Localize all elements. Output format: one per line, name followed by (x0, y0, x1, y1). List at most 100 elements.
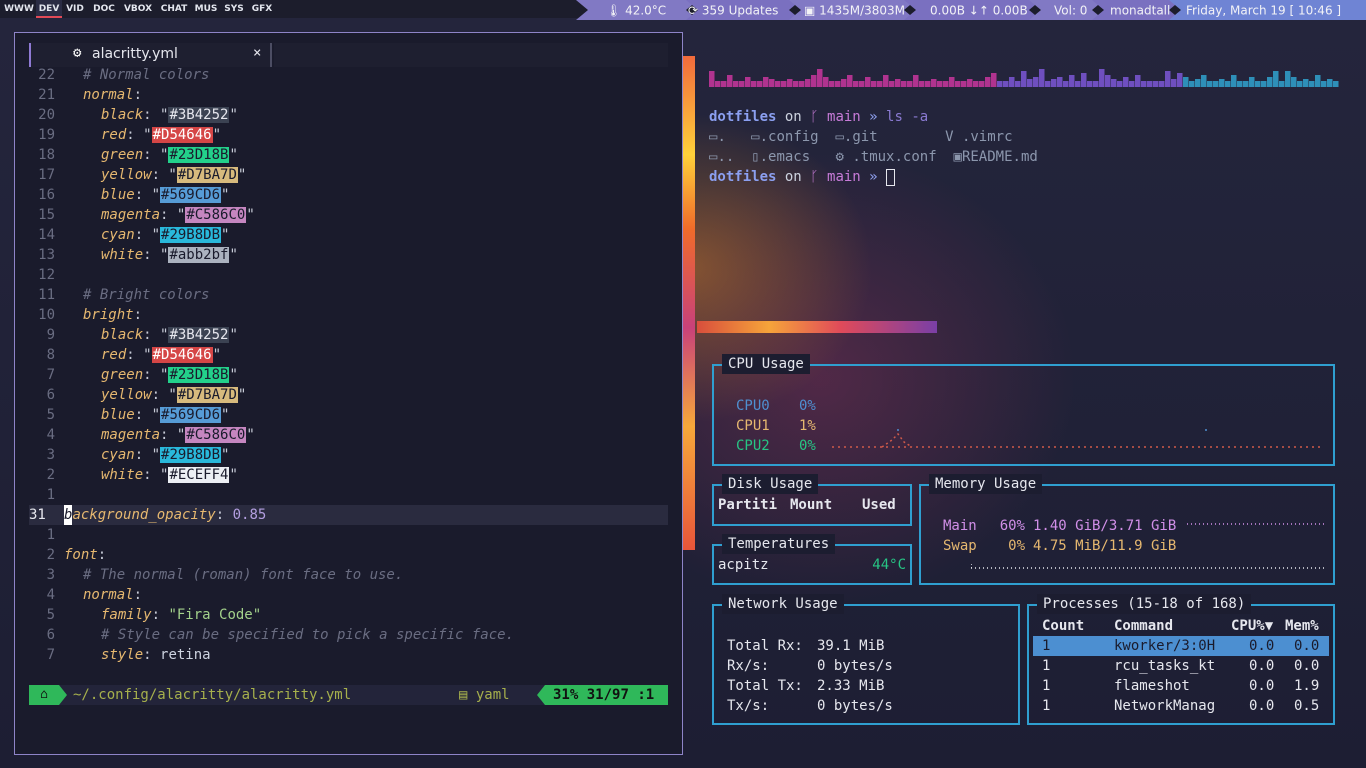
status-percent: 31% (553, 687, 579, 703)
prompt-dir: dotfiles (709, 109, 777, 125)
color-line-blue: blue: "#569CD6" (101, 187, 230, 203)
visualizer-bar (1309, 81, 1315, 87)
editor-window[interactable]: ⚙ alacritty.yml × 22 21 20 19 18 17 16 15 14 13 12… (14, 32, 683, 755)
line-number: 5 (46, 407, 55, 423)
line-number: 6 (46, 627, 55, 643)
cpu-usage-panel: CPU Usage CPU0 0% CPU1 1% CPU2 0% (712, 354, 1335, 466)
workspace-www[interactable]: WWW (2, 0, 36, 18)
visualizer-bar (1063, 81, 1069, 87)
memory-label: Main (943, 518, 977, 534)
volume-value: Vol: 0 (1054, 3, 1088, 18)
visualizer-bar (1315, 75, 1321, 87)
visualizer-bar (1003, 81, 1009, 87)
terminal-window[interactable]: dotfiles on ᚴ main » ls -a ▭. ▭.config ▭… (697, 32, 1366, 322)
visualizer-bar (1105, 75, 1111, 87)
process-cmd: kworker/3:0H (1114, 638, 1216, 654)
prompt-branch: main (827, 169, 861, 185)
process-header[interactable]: Command (1114, 616, 1173, 636)
color-line-black: black: "#3B4252" (101, 107, 238, 123)
visualizer-bar (1009, 77, 1015, 87)
color-value: #3B4252 (168, 327, 230, 343)
workspace-doc[interactable]: DOC (88, 0, 120, 18)
tab-label: alacritty.yml (92, 46, 178, 62)
visualizer-bar (985, 77, 991, 87)
visualizer-bar (1297, 81, 1303, 87)
opacity-line: background_opacity: 0.85 (64, 505, 267, 525)
color-value: #C586C0 (185, 427, 247, 443)
visualizer-bar (769, 79, 775, 87)
tab-alacritty-yml[interactable]: ⚙ alacritty.yml × (29, 43, 272, 67)
color-value: #D54646 (151, 347, 213, 363)
disk-header-partition[interactable]: Partiti (718, 495, 777, 515)
color-value: #C586C0 (185, 207, 247, 223)
color-value: #3B4252 (168, 107, 230, 123)
temperature-sensor: acpitz (718, 557, 769, 573)
process-header[interactable]: Mem% (1285, 616, 1319, 636)
color-key: cyan (101, 447, 135, 463)
visualizer-bar (847, 75, 853, 87)
visualizer-bar (949, 77, 955, 87)
close-icon[interactable]: × (253, 45, 261, 61)
terminal-cursor (886, 168, 896, 186)
visualizer-bar (1237, 81, 1243, 87)
visualizer-bar (739, 81, 745, 87)
disk-header-mount[interactable]: Mount (790, 495, 832, 515)
user-widget: monadtall (1096, 0, 1170, 20)
workspace-sys[interactable]: SYS (220, 0, 248, 18)
workspace-chat[interactable]: CHAT (156, 0, 192, 18)
cpu-value: 1% (799, 418, 816, 434)
visualizer-bar (1279, 81, 1285, 87)
line-number: 19 (38, 127, 55, 143)
workspace-gfx[interactable]: GFX (248, 0, 276, 18)
visualizer-bar (961, 81, 967, 87)
network-usage-panel: Network Usage Total Rx: 39.1 MiB Rx/s: 0 by… (712, 594, 1020, 725)
line-number: 8 (46, 347, 55, 363)
refresh-icon: ⟳ (688, 3, 699, 18)
temperature-value: 42.0°C (625, 3, 667, 18)
thermometer-icon: 🌡 (606, 3, 622, 18)
workspace-dev[interactable]: DEV (36, 0, 62, 18)
updates-widget[interactable]: ⟳ 359 Updates (674, 0, 778, 20)
line-number: 6 (46, 387, 55, 403)
updates-count: 359 (701, 3, 725, 18)
color-key: black (101, 107, 144, 123)
color-line-yellow: yellow: "#D7BA7D" (101, 167, 247, 183)
visualizer-bar (805, 79, 811, 87)
volume-widget[interactable]: Vol: 0 (1040, 0, 1087, 20)
prompt-line-2[interactable]: dotfiles on ᚴ main » (709, 167, 896, 187)
memory-main-graph (1187, 523, 1327, 525)
line-number: 1 (46, 487, 55, 503)
color-key: cyan (101, 227, 135, 243)
line-number: 4 (46, 427, 55, 443)
network-value: 39.1 MiB (817, 638, 885, 654)
workspace-vid[interactable]: VID (62, 0, 88, 18)
visualizer-bar (997, 81, 1003, 87)
filetype-label: yaml (475, 687, 510, 703)
prompt-chevron: » (869, 109, 878, 125)
cpu-label: CPU2 (736, 438, 770, 454)
visualizer-bar (1267, 77, 1273, 87)
color-line-cyan: cyan: "#29B8DB" (101, 227, 230, 243)
temperature-widget: 🌡 42.0°C (592, 0, 666, 20)
disk-header-used[interactable]: Used (862, 495, 896, 515)
workspace-vbox[interactable]: VBOX (120, 0, 156, 18)
style-key: style (101, 647, 144, 663)
workspace-mus[interactable]: MUS (192, 0, 220, 18)
network-value: 0 bytes/s (817, 698, 893, 714)
process-cmd: flameshot (1114, 678, 1190, 694)
process-cpu: 0.0 (1249, 658, 1275, 674)
visualizer-bar (1213, 81, 1219, 87)
process-cpu: 0.0 (1249, 698, 1275, 714)
processes-panel: Processes (15-18 of 168) Count Command CPU… (1027, 594, 1335, 725)
visualizer-bar (1171, 79, 1177, 87)
memory-usage-panel: Memory Usage Main 60% 1.40 GiB/3.71 GiB Swa… (919, 474, 1335, 585)
process-mem: 1.9 (1294, 678, 1320, 694)
status-line-col: 31/97 (586, 687, 629, 703)
process-header[interactable]: CPU%▼ (1231, 616, 1273, 636)
git-branch-icon: ᚴ (810, 109, 819, 125)
line-number: 12 (38, 267, 55, 283)
color-value: #23D18B (168, 147, 230, 163)
line-number: 15 (38, 207, 55, 223)
process-header[interactable]: Count (1042, 616, 1084, 636)
network-label: Total Tx: (727, 678, 803, 694)
